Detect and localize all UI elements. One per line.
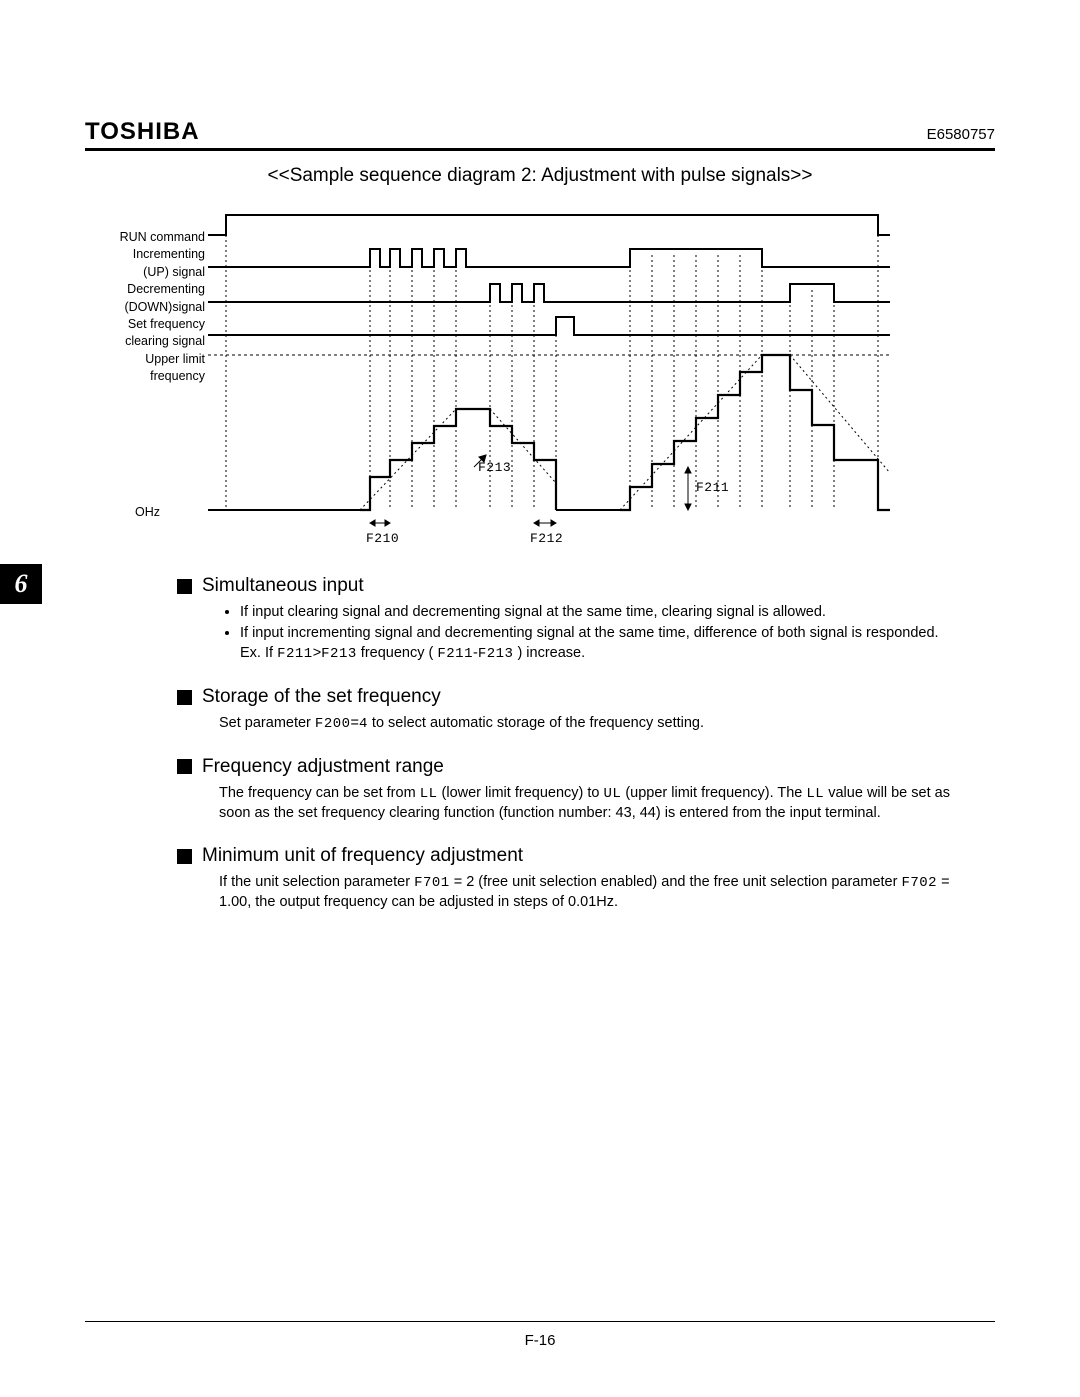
label-clr-2: clearing signal	[85, 334, 205, 348]
brand-logo: TOSHIBA	[85, 118, 200, 146]
section-simultaneous: Simultaneous input If input clearing sig…	[177, 575, 985, 664]
document-number: E6580757	[927, 126, 995, 143]
label-f211: F211	[696, 480, 729, 495]
section-range: Frequency adjustment range The frequency…	[177, 756, 985, 823]
bullet-square-icon	[177, 690, 192, 705]
label-f210: F210	[366, 531, 399, 546]
label-f213: F213	[478, 460, 511, 475]
bullet-square-icon	[177, 579, 192, 594]
content-area: Simultaneous input If input clearing sig…	[177, 575, 985, 913]
heading-storage: Storage of the set frequency	[202, 686, 441, 708]
label-down-1: Decrementing	[85, 282, 205, 296]
section-minunit: Minimum unit of frequency adjustment If …	[177, 845, 985, 912]
footer-rule	[85, 1321, 995, 1322]
timing-svg	[190, 205, 890, 550]
label-down-2: (DOWN)signal	[85, 300, 205, 314]
label-ul-2: frequency	[85, 369, 205, 383]
label-up-2: (UP) signal	[85, 265, 205, 279]
section-tab: 6	[0, 564, 42, 604]
signal-label-column: RUN command Incrementing (UP) signal Dec…	[85, 230, 205, 386]
label-clr-1: Set frequency	[85, 317, 205, 331]
timing-diagram: RUN command Incrementing (UP) signal Dec…	[190, 205, 890, 545]
page-number: F-16	[0, 1332, 1080, 1349]
section-storage: Storage of the set frequency Set paramet…	[177, 686, 985, 734]
diagram-title: <<Sample sequence diagram 2: Adjustment …	[85, 165, 995, 187]
storage-body: Set parameter F200=4 to select automatic…	[219, 714, 985, 734]
minunit-body: If the unit selection parameter F701 = 2…	[219, 873, 985, 912]
label-ohz: OHz	[135, 505, 160, 519]
bullet-square-icon	[177, 849, 192, 864]
sim-bullet-1: If input clearing signal and decrementin…	[240, 603, 985, 623]
heading-range: Frequency adjustment range	[202, 756, 444, 778]
label-ul-1: Upper limit	[85, 352, 205, 366]
sim-bullet-2: If input incrementing signal and decreme…	[240, 624, 985, 644]
range-body: The frequency can be set from LL (lower …	[219, 784, 985, 823]
label-run: RUN command	[85, 230, 205, 244]
label-up-1: Incrementing	[85, 247, 205, 261]
sim-example: Ex. If F211>F213 frequency ( F211-F213 )…	[240, 644, 985, 664]
page: TOSHIBA E6580757 6 <<Sample sequence dia…	[0, 0, 1080, 1397]
header-rule	[85, 148, 995, 151]
bullet-square-icon	[177, 759, 192, 774]
label-f212: F212	[530, 531, 563, 546]
heading-minunit: Minimum unit of frequency adjustment	[202, 845, 523, 867]
heading-simultaneous: Simultaneous input	[202, 575, 364, 597]
